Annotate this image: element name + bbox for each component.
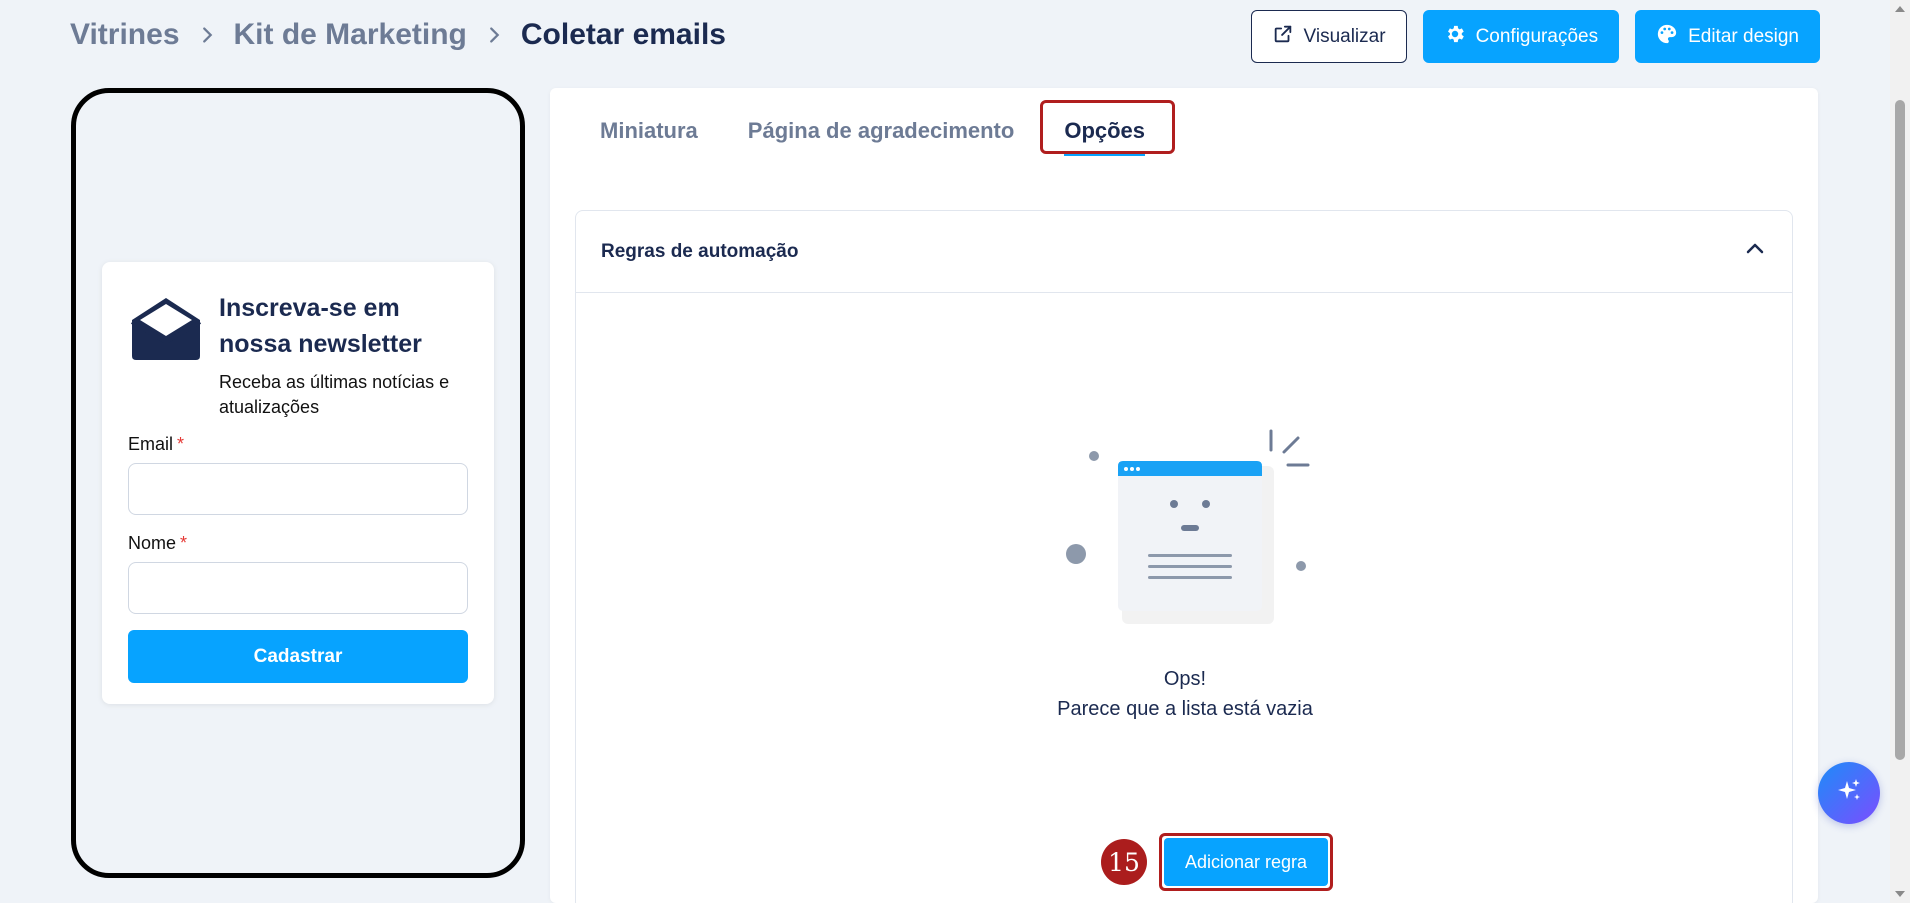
form-title: Inscreva-se em nossa newsletter (219, 294, 422, 358)
gear-icon (1444, 23, 1466, 51)
scrollbar-thumb[interactable] (1895, 100, 1905, 760)
external-link-icon (1272, 23, 1294, 51)
sparkle-icon (1834, 776, 1864, 811)
settings-button[interactable]: Configurações (1422, 10, 1620, 63)
header-actions: Visualizar Configurações Editar design (1250, 10, 1820, 63)
empty-list-illustration (1056, 426, 1356, 676)
page-scrollbar[interactable] (1890, 0, 1910, 903)
scroll-down-arrow-icon[interactable] (1895, 891, 1905, 897)
breadcrumb: Vitrines Kit de Marketing Coletar emails (70, 18, 726, 52)
ai-assistant-button[interactable] (1818, 762, 1880, 824)
tab-thank-you-page[interactable]: Página de agradecimento (748, 118, 1015, 156)
preview-button[interactable]: Visualizar (1250, 10, 1407, 63)
chevron-right-icon (196, 24, 218, 46)
required-mark: * (177, 434, 185, 454)
breadcrumb-item-vitrines[interactable]: Vitrines (70, 18, 180, 52)
form-heading-block: Inscreva-se em nossa newsletter Receba a… (219, 290, 468, 420)
name-field[interactable] (128, 562, 468, 614)
email-label-text: Email (128, 434, 174, 454)
email-field-label: Email * (128, 434, 468, 455)
empty-state-message: Parece que a lista está vazia (1057, 698, 1313, 720)
chevron-right-icon (483, 24, 505, 46)
scroll-up-arrow-icon[interactable] (1895, 6, 1905, 12)
tab-bar: Miniatura Página de agradecimento Opções (600, 118, 1145, 156)
settings-button-label: Configurações (1475, 25, 1599, 47)
automation-rules-accordion: Regras de automação Ops! Parece que a li… (575, 210, 1793, 903)
preview-button-label: Visualizar (1303, 25, 1386, 47)
edit-design-button-label: Editar design (1688, 25, 1799, 47)
add-rule-button[interactable]: Adicionar regra (1164, 838, 1328, 886)
edit-design-button[interactable]: Editar design (1635, 10, 1820, 63)
breadcrumb-item-kit-marketing[interactable]: Kit de Marketing (234, 18, 467, 52)
accordion-header[interactable]: Regras de automação (576, 211, 1792, 293)
step-badge: 15 (1101, 839, 1147, 885)
email-field[interactable] (128, 463, 468, 515)
newsletter-form-card: Inscreva-se em nossa newsletter Receba a… (102, 262, 494, 704)
form-header: Inscreva-se em nossa newsletter Receba a… (128, 290, 468, 420)
form-subtitle: Receba as últimas notícias e atualizaçõe… (219, 372, 450, 417)
name-field-label: Nome * (128, 533, 468, 554)
add-rule-area: 15 Adicionar regra (1101, 833, 1333, 891)
settings-panel: Miniatura Página de agradecimento Opções… (550, 88, 1818, 903)
page-title: Coletar emails (520, 18, 726, 51)
chevron-up-icon[interactable] (1743, 237, 1767, 266)
empty-state-text: Ops! Parece que a lista está vazia (576, 664, 1794, 724)
tab-miniatura[interactable]: Miniatura (600, 118, 698, 156)
name-label-text: Nome (128, 533, 177, 553)
envelope-open-icon (128, 294, 204, 364)
accordion-title: Regras de automação (601, 240, 799, 262)
required-mark: * (180, 533, 188, 553)
tab-options[interactable]: Opções (1064, 118, 1145, 156)
add-rule-highlight: Adicionar regra (1159, 833, 1333, 891)
empty-state-title: Ops! (1163, 668, 1207, 690)
submit-button[interactable]: Cadastrar (128, 630, 468, 683)
palette-icon (1656, 23, 1678, 51)
